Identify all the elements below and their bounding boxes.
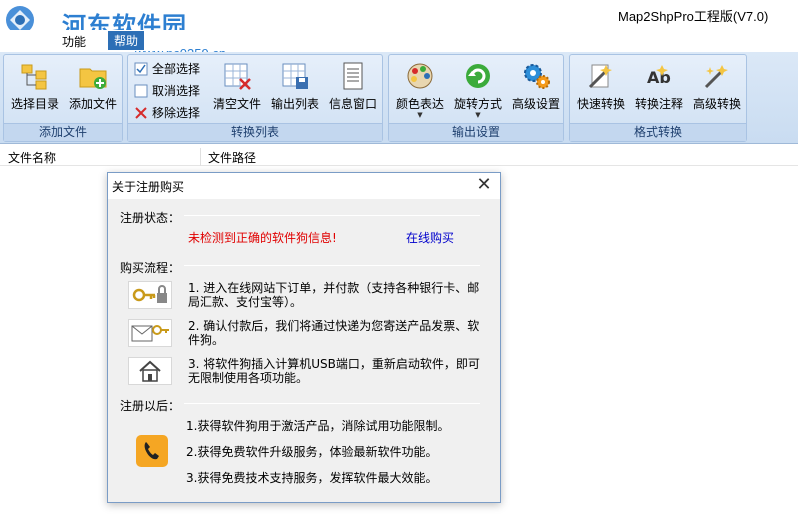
add-file-label: 添加文件 [68,97,117,111]
advanced-convert-button[interactable]: 高级转换 [688,59,746,121]
deselect-label: 取消选择 [152,84,201,98]
text-annotation-icon: Ab [647,65,671,87]
advanced-settings-label: 高级设置 [511,97,560,111]
menu-bar: 功能 帮助 [0,30,798,52]
document-icon [343,62,363,90]
column-file-path[interactable]: 文件路径 [208,149,256,166]
registration-status-label: 注册状态： [120,211,181,225]
group-add-files: 选择目录 添加文件 添加文件 [3,54,123,142]
step-2-text: 2. 确认付款后，我们将通过快递为您寄送产品发票、软件狗。 [188,319,480,347]
sparkle-wand-icon [704,65,728,89]
remove-icon [135,107,147,119]
file-list-header: 文件名称 文件路径 [0,148,798,166]
select-all-icon [134,62,148,76]
quick-convert-label: 快速转换 [576,97,625,111]
export-list-label: 输出列表 [270,97,319,111]
advanced-convert-label: 高级转换 [692,97,741,111]
step-3-text: 3. 将软件狗插入计算机USB端口，重新启动软件，即可无限制使用各项功能。 [188,357,480,385]
key-lock-icon [132,285,167,303]
advanced-settings-button[interactable]: 高级设置 [507,59,565,121]
info-window-button[interactable]: 信息窗口 [324,59,382,121]
buy-online-link[interactable]: 在线购买 [406,229,454,246]
add-folder-icon [79,68,107,89]
gears-icon [524,64,550,89]
deselect-button[interactable]: 取消选择 [132,81,200,101]
dialog-title: 关于注册购买 [112,180,185,194]
divider [184,215,480,216]
column-file-name[interactable]: 文件名称 [8,149,56,166]
menu-function[interactable]: 功能 [62,33,86,50]
register-purchase-dialog: 关于注册购买 ✕ 注册状态： 未检测到正确的软件狗信息! 在线购买 购买流程： … [107,172,501,503]
divider [184,265,480,266]
group-convert-list: 全部选择 取消选择 移除选择 清空文件 输出列表 信息窗口 转换列表 [127,54,383,142]
quick-convert-button[interactable]: 快速转换 [572,59,630,121]
close-icon[interactable]: ✕ [474,175,494,195]
clear-files-label: 清空文件 [212,97,261,111]
clear-table-icon [224,63,251,90]
benefit-3-text: 3.获得免费技术支持服务，发挥软件最大效能。 [186,471,438,485]
dropdown-caret-icon: ▼ [417,111,423,119]
save-table-icon [282,63,308,89]
color-expression-button[interactable]: 颜色表达 ▼ [391,59,449,121]
rotation-mode-button[interactable]: 旋转方式 ▼ [449,59,507,121]
info-window-label: 信息窗口 [328,97,377,111]
benefit-1-text: 1.获得软件狗用于激活产品，消除试用功能限制。 [186,419,450,433]
home-icon [139,360,161,382]
window-title: Map2ShpPro工程版(V7.0) [618,9,769,24]
remove-selected-label: 移除选择 [152,106,201,120]
purchase-process-label: 购买流程： [120,261,181,275]
convert-annotation-button[interactable]: Ab 转换注释 [630,59,688,121]
deselect-icon [134,84,148,98]
select-all-label: 全部选择 [152,62,201,76]
clear-files-button[interactable]: 清空文件 [208,59,266,121]
dialog-title-bar: 关于注册购买 ✕ [108,173,500,199]
magic-wand-icon [588,64,612,89]
rotation-mode-label: 旋转方式 [453,97,502,111]
step-1-icon [128,281,172,309]
select-directory-label: 选择目录 [10,97,59,111]
step-1-text: 1. 进入在线网站下订单，并付款（支持各种银行卡、邮局汇款、支付宝等）。 [188,281,480,309]
folder-tree-icon [21,64,47,90]
group-label-add-files: 添加文件 [4,123,122,141]
ribbon-toolbar: 选择目录 添加文件 添加文件 全部选择 取消选择 移除选择 清空文件 输出列表 … [0,52,798,144]
envelope-key-icon [131,325,169,342]
status-warning-text: 未检测到正确的软件狗信息! [188,231,337,245]
after-registration-label: 注册以后： [120,399,181,413]
divider [184,403,480,404]
column-separator[interactable] [200,148,201,166]
group-label-convert-list: 转换列表 [128,123,382,141]
step-3-icon [128,357,172,385]
remove-selected-button[interactable]: 移除选择 [132,103,200,123]
add-file-button[interactable]: 添加文件 [64,59,122,121]
step-2-icon [128,319,172,347]
rotate-icon [466,64,490,88]
benefit-2-text: 2.获得免费软件升级服务，体验最新软件功能。 [186,445,438,459]
title-bar: 河东软件园 Map2ShpPro工程版(V7.0) [0,0,798,40]
phone-icon [136,435,168,467]
select-directory-button[interactable]: 选择目录 [6,59,64,121]
color-expression-label: 颜色表达 [395,97,444,111]
palette-icon [407,63,433,89]
export-list-button[interactable]: 输出列表 [266,59,324,121]
group-format-convert: 快速转换 Ab 转换注释 高级转换 格式转换 [569,54,747,142]
convert-annotation-label: 转换注释 [634,97,683,111]
group-output-settings: 颜色表达 ▼ 旋转方式 ▼ 高级设置 输出设置 [388,54,564,142]
group-label-format-convert: 格式转换 [570,123,746,141]
dropdown-caret-icon: ▼ [475,111,481,119]
select-all-button[interactable]: 全部选择 [132,59,200,79]
phone-handset-icon [144,442,159,460]
group-label-output-settings: 输出设置 [389,123,563,141]
